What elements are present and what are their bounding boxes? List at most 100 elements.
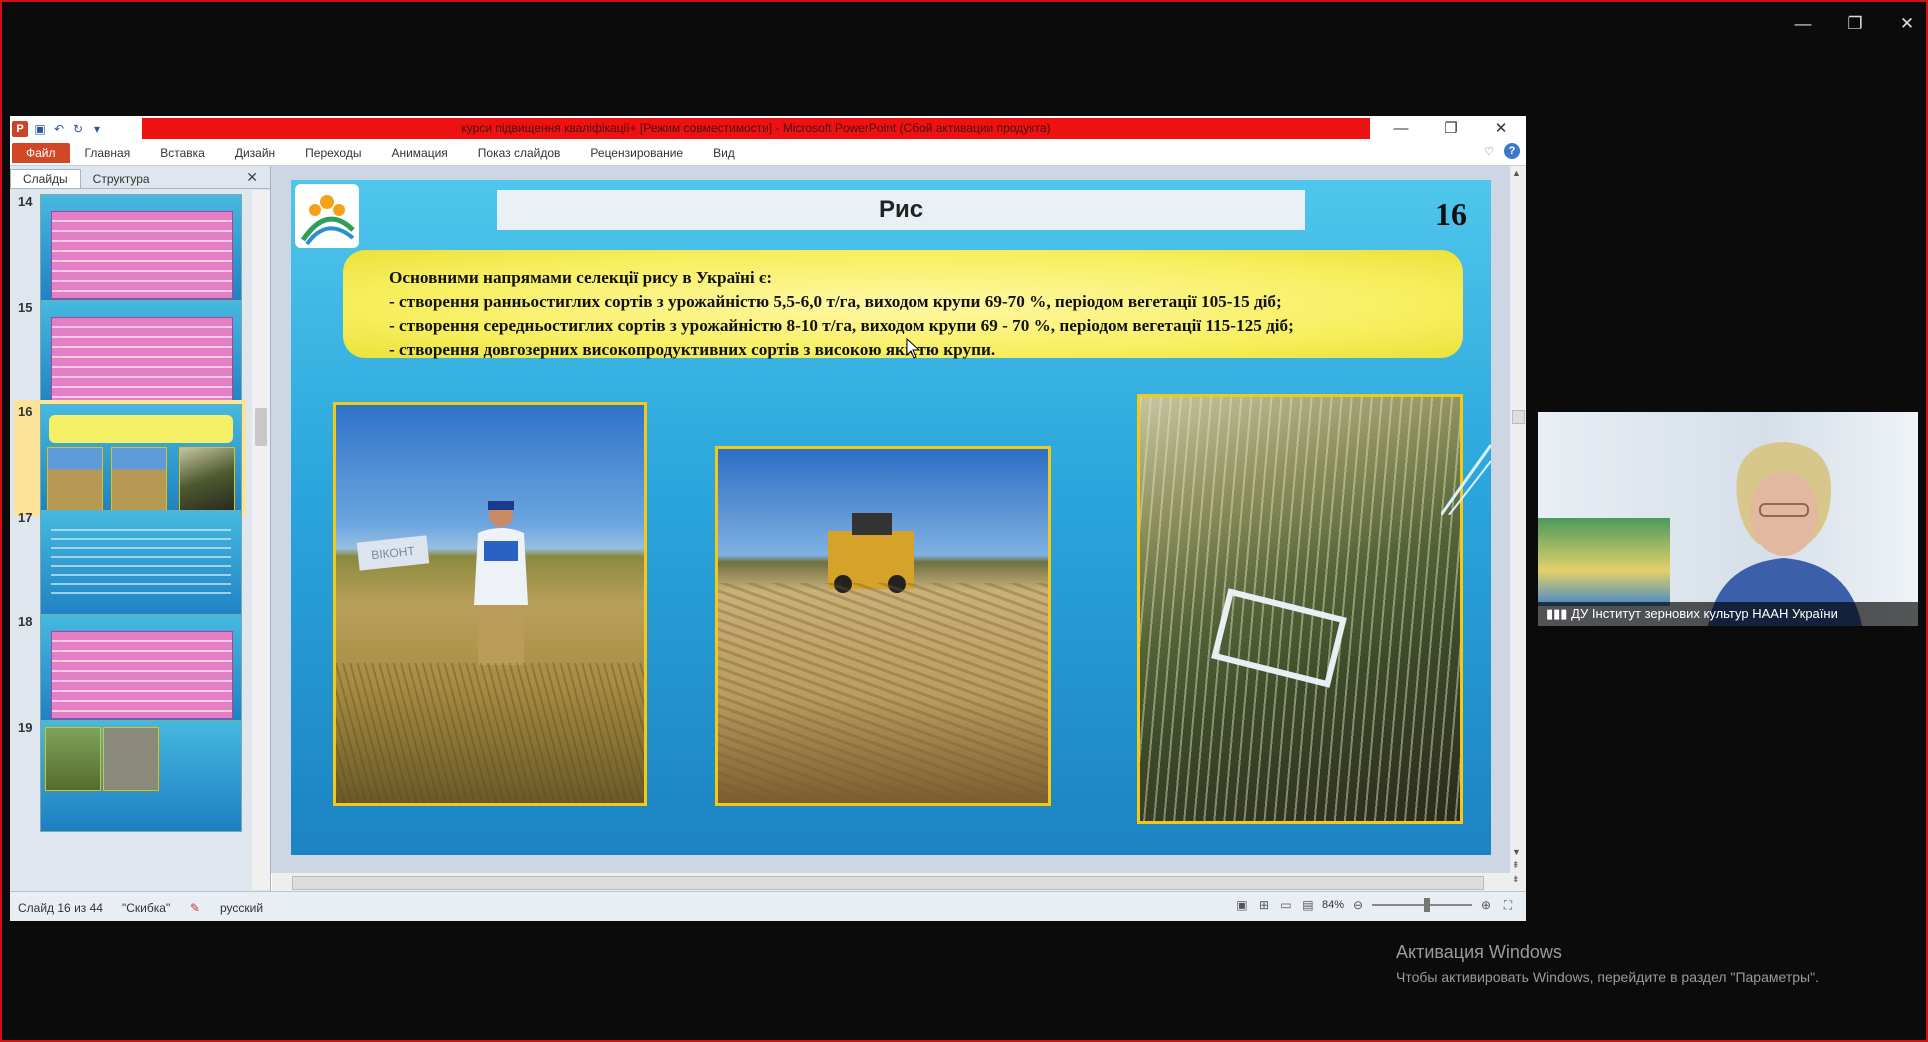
background-map-poster [1538, 518, 1670, 606]
fit-to-window-icon[interactable]: ⛶ [1500, 897, 1516, 913]
slide-thumbnail[interactable]: 17 [14, 506, 246, 622]
zoom-slider[interactable] [1372, 898, 1472, 912]
thumbnail-table [51, 317, 233, 405]
customize-qat-icon[interactable]: ▾ [90, 122, 104, 136]
help-icon[interactable]: ? [1504, 143, 1520, 159]
save-icon[interactable]: ▣ [33, 122, 47, 136]
tab-home[interactable]: Главная [70, 146, 146, 160]
thumbnail-number: 16 [18, 404, 33, 419]
scroll-up-icon[interactable]: ▲ [1512, 168, 1521, 178]
tab-view[interactable]: Вид [698, 146, 750, 160]
slide-number: 16 [1435, 196, 1467, 232]
tab-slideshow[interactable]: Показ слайдов [463, 146, 576, 160]
person-figure [474, 501, 528, 665]
minimize-button[interactable]: — [1376, 116, 1426, 141]
close-icon[interactable]: ✕ [1898, 14, 1916, 34]
thumbnail-number: 15 [18, 300, 33, 315]
thumbnail-preview [40, 614, 242, 726]
thumbnail-number: 18 [18, 614, 33, 629]
photo-person-in-rice-field: ВІКОНТ [333, 402, 647, 806]
theme-name: "Скибка" [122, 901, 171, 915]
text-line: - створення довгозерних високопродуктивн… [389, 340, 996, 359]
thumbnail-text-box [49, 415, 233, 443]
ribbon-tabs: Файл Главная Вставка Дизайн Переходы Ани… [10, 141, 1526, 166]
zoom-level[interactable]: 84% [1322, 899, 1344, 911]
tab-design[interactable]: Дизайн [220, 146, 290, 160]
zoom-in-icon[interactable]: ⊕ [1478, 897, 1494, 913]
current-slide[interactable]: Рис 16 Основними напрямами селекції рису… [291, 180, 1491, 855]
undo-icon[interactable]: ↶ [52, 122, 66, 136]
slide-thumbnail[interactable]: 15 [14, 296, 246, 412]
scroll-down-icon[interactable]: ▼ [1512, 847, 1521, 857]
powerpoint-logo-icon[interactable]: P [12, 120, 28, 137]
title-bar: P ▣ ↶ ↻ ▾ курси підвищення кваліфікації+… [10, 116, 1526, 141]
restore-button[interactable]: ❐ [1426, 116, 1476, 141]
variety-sign: ВІКОНТ [356, 535, 430, 571]
minimize-icon[interactable]: — [1794, 14, 1812, 34]
tab-transitions[interactable]: Переходы [290, 146, 376, 160]
window-title: курси підвищення кваліфікації+ [Режим со… [142, 118, 1370, 139]
slides-pane-tabs: Слайды Структура ✕ [10, 166, 270, 189]
scrollbar-thumb[interactable] [1512, 410, 1525, 424]
tab-review[interactable]: Рецензирование [575, 146, 698, 160]
slide-thumbnail[interactable]: 18 [14, 610, 246, 726]
spelling-check-icon[interactable]: ✎ [190, 901, 200, 915]
tab-outline[interactable]: Структура [81, 170, 162, 188]
text-line: Основними напрямами селекції рису в Укра… [389, 268, 773, 287]
windows-activation-watermark: Активация Windows Чтобы активировать Win… [1396, 942, 1819, 985]
presenter-figure [1708, 442, 1862, 626]
webcam-video-tile[interactable]: ▮▮▮ ДУ Інститут зернових культур НААН Ук… [1538, 412, 1918, 626]
horizontal-scrollbar[interactable] [272, 873, 1510, 891]
reading-view-icon[interactable]: ▭ [1278, 897, 1294, 913]
language-indicator[interactable]: русский [220, 901, 263, 915]
combine-figure [828, 513, 914, 593]
close-button[interactable]: ✕ [1476, 116, 1526, 141]
normal-view-icon[interactable]: ▣ [1234, 897, 1250, 913]
slides-pane-scrollbar[interactable] [252, 190, 270, 890]
tab-slides[interactable]: Слайды [10, 169, 81, 188]
thumbnail-preview [40, 194, 242, 306]
thumbnail-number: 14 [18, 194, 33, 209]
scrollbar-thumb[interactable] [292, 876, 1484, 890]
previous-slide-icon[interactable]: ⇞ [1512, 860, 1520, 871]
scrollbar-thumb[interactable] [255, 408, 267, 446]
slide-counter: Слайд 16 из 44 [18, 901, 103, 915]
harvested-field [718, 583, 1048, 803]
thumbnail-table [51, 211, 233, 299]
ribbon-collapse-icon[interactable]: ♡ [1484, 145, 1494, 158]
zoom-controls: ▣ ⊞ ▭ ▤ 84% ⊖ ⊕ ⛶ [1234, 897, 1516, 913]
close-pane-icon[interactable]: ✕ [246, 169, 258, 186]
redo-icon[interactable]: ↻ [71, 122, 85, 136]
slide-thumbnail[interactable]: 19 [14, 716, 246, 832]
slide-sorter-icon[interactable]: ⊞ [1256, 897, 1272, 913]
thumbnail-preview [40, 720, 242, 832]
text-line: - створення ранньостиглих сортів з урожа… [389, 292, 1282, 311]
participant-name: ДУ Інститут зернових культур НААН Україн… [1571, 606, 1838, 621]
tab-insert[interactable]: Вставка [145, 146, 220, 160]
zoom-slider-knob[interactable] [1424, 898, 1430, 912]
thumbnail-preview [40, 404, 242, 516]
signal-icon: ▮▮▮ [1546, 606, 1572, 621]
zoom-out-icon[interactable]: ⊖ [1350, 897, 1366, 913]
restore-icon[interactable]: ❐ [1846, 14, 1864, 34]
slide-thumbnail[interactable]: 14 [14, 190, 246, 306]
powerpoint-window: P ▣ ↶ ↻ ▾ курси підвищення кваліфікації+… [10, 116, 1526, 921]
text-line: - створення середньостиглих сортів з уро… [389, 316, 1294, 335]
thumbnail-photo [47, 447, 103, 511]
rice-stalks [336, 663, 644, 803]
activation-subtitle: Чтобы активировать Windows, перейдите в … [1396, 969, 1819, 985]
text-box: Основними напрямами селекції рису в Укра… [343, 250, 1463, 359]
slide-thumbnail-selected[interactable]: 16 [14, 400, 246, 516]
thumbnail-preview [40, 510, 242, 622]
thumbnail-number: 17 [18, 510, 33, 525]
next-slide-icon[interactable]: ⇟ [1512, 874, 1520, 885]
tab-file[interactable]: Файл [12, 143, 70, 163]
vertical-scrollbar[interactable]: ▲ ▼ ⇞ ⇟ [1510, 166, 1526, 891]
thumbnail-photo [103, 727, 159, 791]
tab-animation[interactable]: Анимация [376, 146, 462, 160]
thumbnail-table [51, 631, 233, 719]
slideshow-icon[interactable]: ▤ [1300, 897, 1316, 913]
thumbnail-photo [45, 727, 101, 791]
thumbnail-photo [179, 447, 235, 511]
thumbnail-number: 19 [18, 720, 33, 735]
